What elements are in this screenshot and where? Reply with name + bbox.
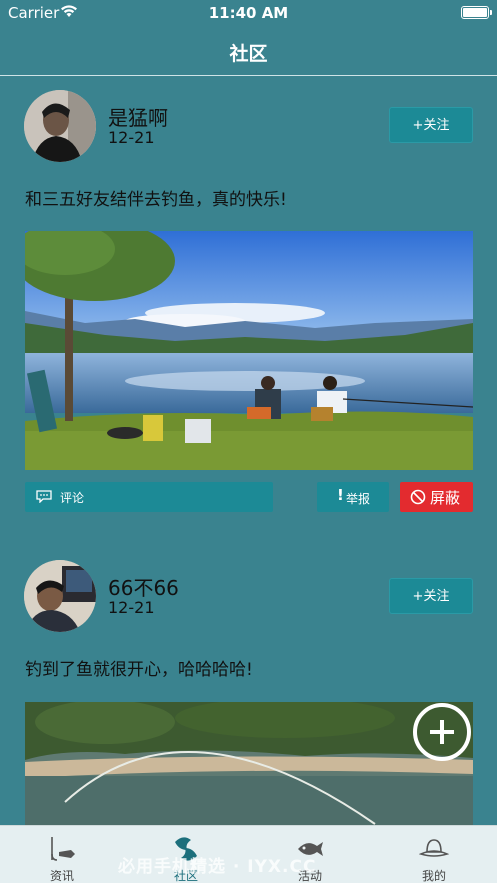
post-username[interactable]: 66不66 [108, 572, 179, 601]
tab-news[interactable]: 资讯 [0, 826, 124, 883]
tab-bar: 资讯 社区 活动 我的 必用手机精选 · IYX.CC [0, 825, 497, 883]
block-label: 屏蔽 [430, 489, 461, 507]
status-bar: Carrier 11:40 AM [0, 0, 497, 26]
clock: 11:40 AM [208, 4, 289, 22]
tab-profile[interactable]: 我的 [372, 826, 496, 883]
avatar[interactable] [24, 90, 96, 162]
add-post-button[interactable] [413, 703, 471, 761]
tab-label: 资讯 [49, 869, 74, 883]
comment-label: 评论 [60, 491, 85, 505]
post-text: 和三五好友结伴去钓鱼，真的快乐! [25, 190, 287, 210]
fishing-hat-icon [419, 839, 449, 857]
post-image[interactable] [25, 702, 473, 825]
navigation-bar: 社区 [0, 26, 497, 76]
post-actions: 评论 ! 举报 屏蔽 [0, 482, 497, 512]
comment-button[interactable]: 评论 [25, 482, 273, 512]
report-label: 举报 [346, 492, 371, 506]
post-username[interactable]: 是猛啊 [108, 102, 168, 131]
battery-icon [461, 6, 492, 19]
follow-button[interactable]: +关注 [389, 107, 473, 143]
block-icon [410, 489, 426, 505]
avatar[interactable] [24, 560, 96, 632]
post-date: 12-21 [108, 128, 155, 147]
report-button[interactable]: ! 举报 [317, 482, 389, 512]
tab-label: 我的 [421, 869, 446, 883]
page-title: 社区 [229, 43, 268, 65]
post-text: 钓到了鱼就很开心，哈哈哈哈! [25, 660, 253, 680]
follow-button[interactable]: +关注 [389, 578, 473, 614]
post-date: 12-21 [108, 598, 155, 617]
exclamation-icon: ! [337, 486, 344, 504]
block-button[interactable]: 屏蔽 [400, 482, 473, 512]
watermark-text: 必用手机精选 · IYX.CC [118, 857, 317, 877]
comment-icon [36, 490, 52, 503]
fishing-rod-icon [51, 837, 75, 861]
post-image[interactable] [25, 231, 473, 470]
